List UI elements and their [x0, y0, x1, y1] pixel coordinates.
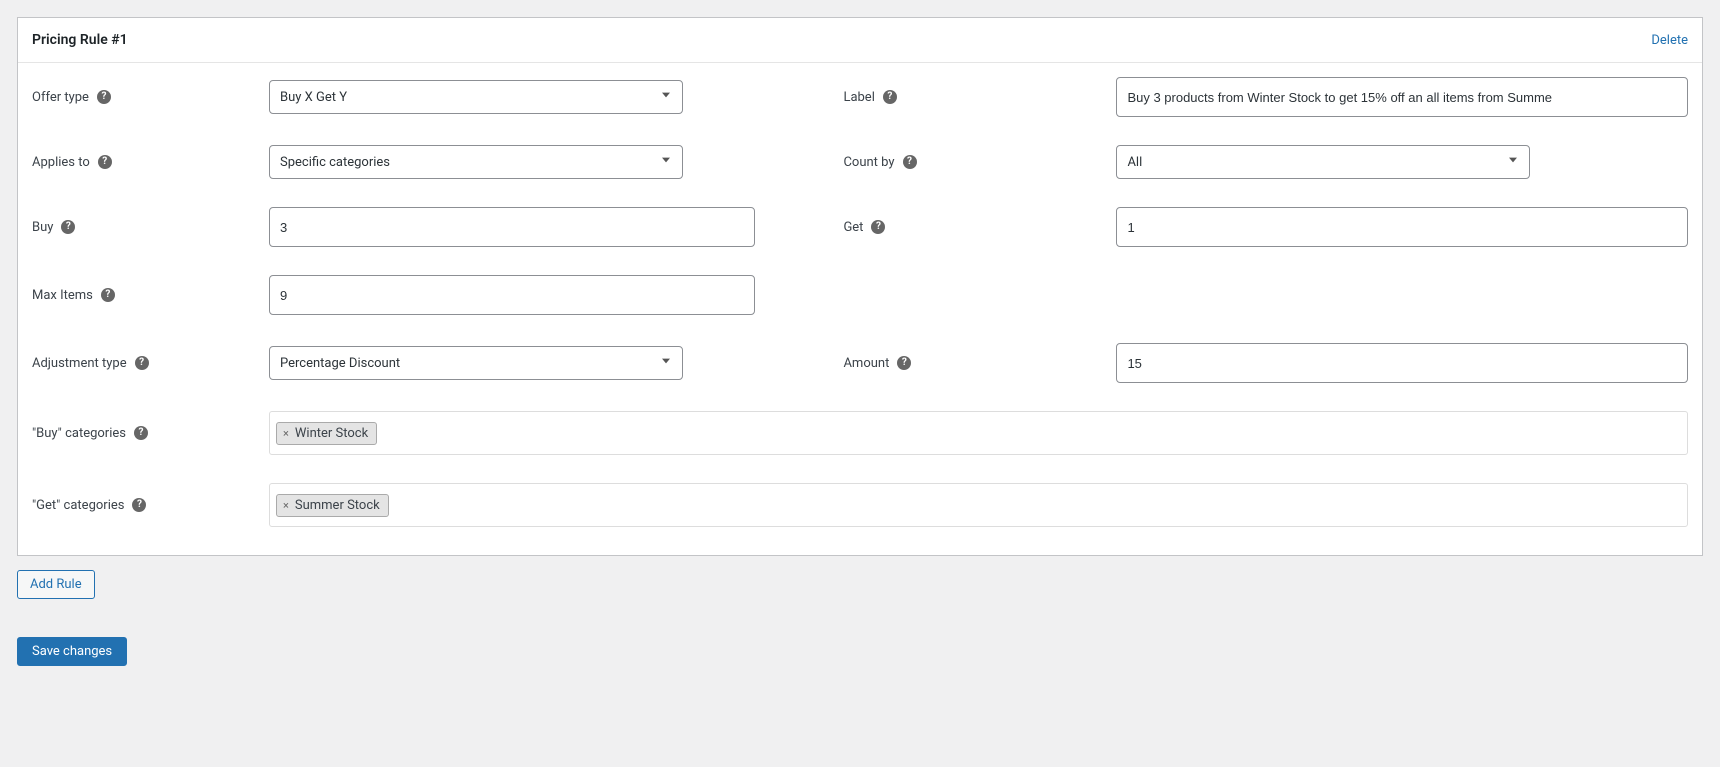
row-offer-label: Offer type ? Buy X Get Y Label ? [32, 77, 1688, 117]
panel-body: Offer type ? Buy X Get Y Label ? [18, 63, 1702, 555]
pricing-rule-panel: Pricing Rule #1 Delete Offer type ? Buy … [17, 17, 1703, 556]
buy-label-cell: Buy ? [32, 220, 269, 235]
max-items-label-cell: Max Items ? [32, 288, 269, 303]
row-get-categories: "Get" categories ? × Summer Stock [32, 483, 1688, 527]
category-tag[interactable]: × Winter Stock [276, 422, 377, 445]
applies-to-label-cell: Applies to ? [32, 155, 269, 170]
help-icon[interactable]: ? [101, 288, 115, 302]
add-rule-button[interactable]: Add Rule [17, 570, 95, 599]
buy-categories-label-cell: "Buy" categories ? [32, 411, 269, 455]
help-icon[interactable]: ? [903, 155, 917, 169]
adjustment-type-select[interactable]: Percentage Discount [269, 346, 683, 380]
amount-label: Amount [843, 356, 889, 371]
row-buy-categories: "Buy" categories ? × Winter Stock [32, 411, 1688, 455]
delete-link[interactable]: Delete [1651, 33, 1688, 48]
help-icon[interactable]: ? [132, 498, 146, 512]
get-label: Get [843, 220, 863, 235]
panel-header: Pricing Rule #1 Delete [18, 18, 1702, 63]
help-icon[interactable]: ? [97, 90, 111, 104]
get-categories-label-cell: "Get" categories ? [32, 483, 269, 527]
help-icon[interactable]: ? [98, 155, 112, 169]
label-field-label-cell: Label ? [843, 90, 1116, 105]
chevron-down-icon [658, 87, 674, 107]
adjustment-type-label-cell: Adjustment type ? [32, 356, 269, 371]
chevron-down-icon [1505, 152, 1521, 172]
offer-type-label-cell: Offer type ? [32, 90, 269, 105]
actions-area: Add Rule Save changes [17, 570, 1703, 666]
get-categories-label: "Get" categories [32, 498, 124, 513]
adjustment-type-value: Percentage Discount [280, 356, 400, 371]
tag-label: Summer Stock [295, 498, 380, 513]
applies-to-label: Applies to [32, 155, 90, 170]
close-icon[interactable]: × [283, 500, 289, 511]
buy-label: Buy [32, 220, 53, 235]
offer-type-label: Offer type [32, 90, 89, 105]
close-icon[interactable]: × [283, 428, 289, 439]
max-items-input[interactable] [269, 275, 755, 315]
tag-label: Winter Stock [295, 426, 368, 441]
help-icon[interactable]: ? [134, 426, 148, 440]
help-icon[interactable]: ? [135, 356, 149, 370]
get-label-cell: Get ? [843, 220, 1116, 235]
panel-title: Pricing Rule #1 [32, 32, 128, 48]
count-by-select[interactable]: All [1116, 145, 1530, 179]
save-button[interactable]: Save changes [17, 637, 127, 666]
buy-categories-label: "Buy" categories [32, 426, 126, 441]
get-categories-field[interactable]: × Summer Stock [269, 483, 1688, 527]
row-maxitems: Max Items ? [32, 275, 1688, 315]
offer-type-value: Buy X Get Y [280, 90, 347, 105]
help-icon[interactable]: ? [61, 220, 75, 234]
row-buy-get: Buy ? Get ? [32, 207, 1688, 247]
chevron-down-icon [658, 152, 674, 172]
label-field-label: Label [843, 90, 874, 105]
buy-input[interactable] [269, 207, 755, 247]
count-by-label: Count by [843, 155, 894, 170]
amount-input[interactable] [1116, 343, 1688, 383]
count-by-label-cell: Count by ? [843, 155, 1116, 170]
adjustment-type-label: Adjustment type [32, 356, 127, 371]
applies-to-value: Specific categories [280, 155, 390, 170]
help-icon[interactable]: ? [871, 220, 885, 234]
max-items-label: Max Items [32, 288, 93, 303]
help-icon[interactable]: ? [883, 90, 897, 104]
applies-to-select[interactable]: Specific categories [269, 145, 683, 179]
category-tag[interactable]: × Summer Stock [276, 494, 389, 517]
row-applies-count: Applies to ? Specific categories Count b… [32, 145, 1688, 179]
help-icon[interactable]: ? [897, 356, 911, 370]
row-adjustment-amount: Adjustment type ? Percentage Discount Am… [32, 343, 1688, 383]
chevron-down-icon [658, 353, 674, 373]
amount-label-cell: Amount ? [843, 356, 1116, 371]
get-input[interactable] [1116, 207, 1688, 247]
count-by-value: All [1127, 155, 1142, 170]
offer-type-select[interactable]: Buy X Get Y [269, 80, 683, 114]
label-input[interactable] [1116, 77, 1688, 117]
buy-categories-field[interactable]: × Winter Stock [269, 411, 1688, 455]
